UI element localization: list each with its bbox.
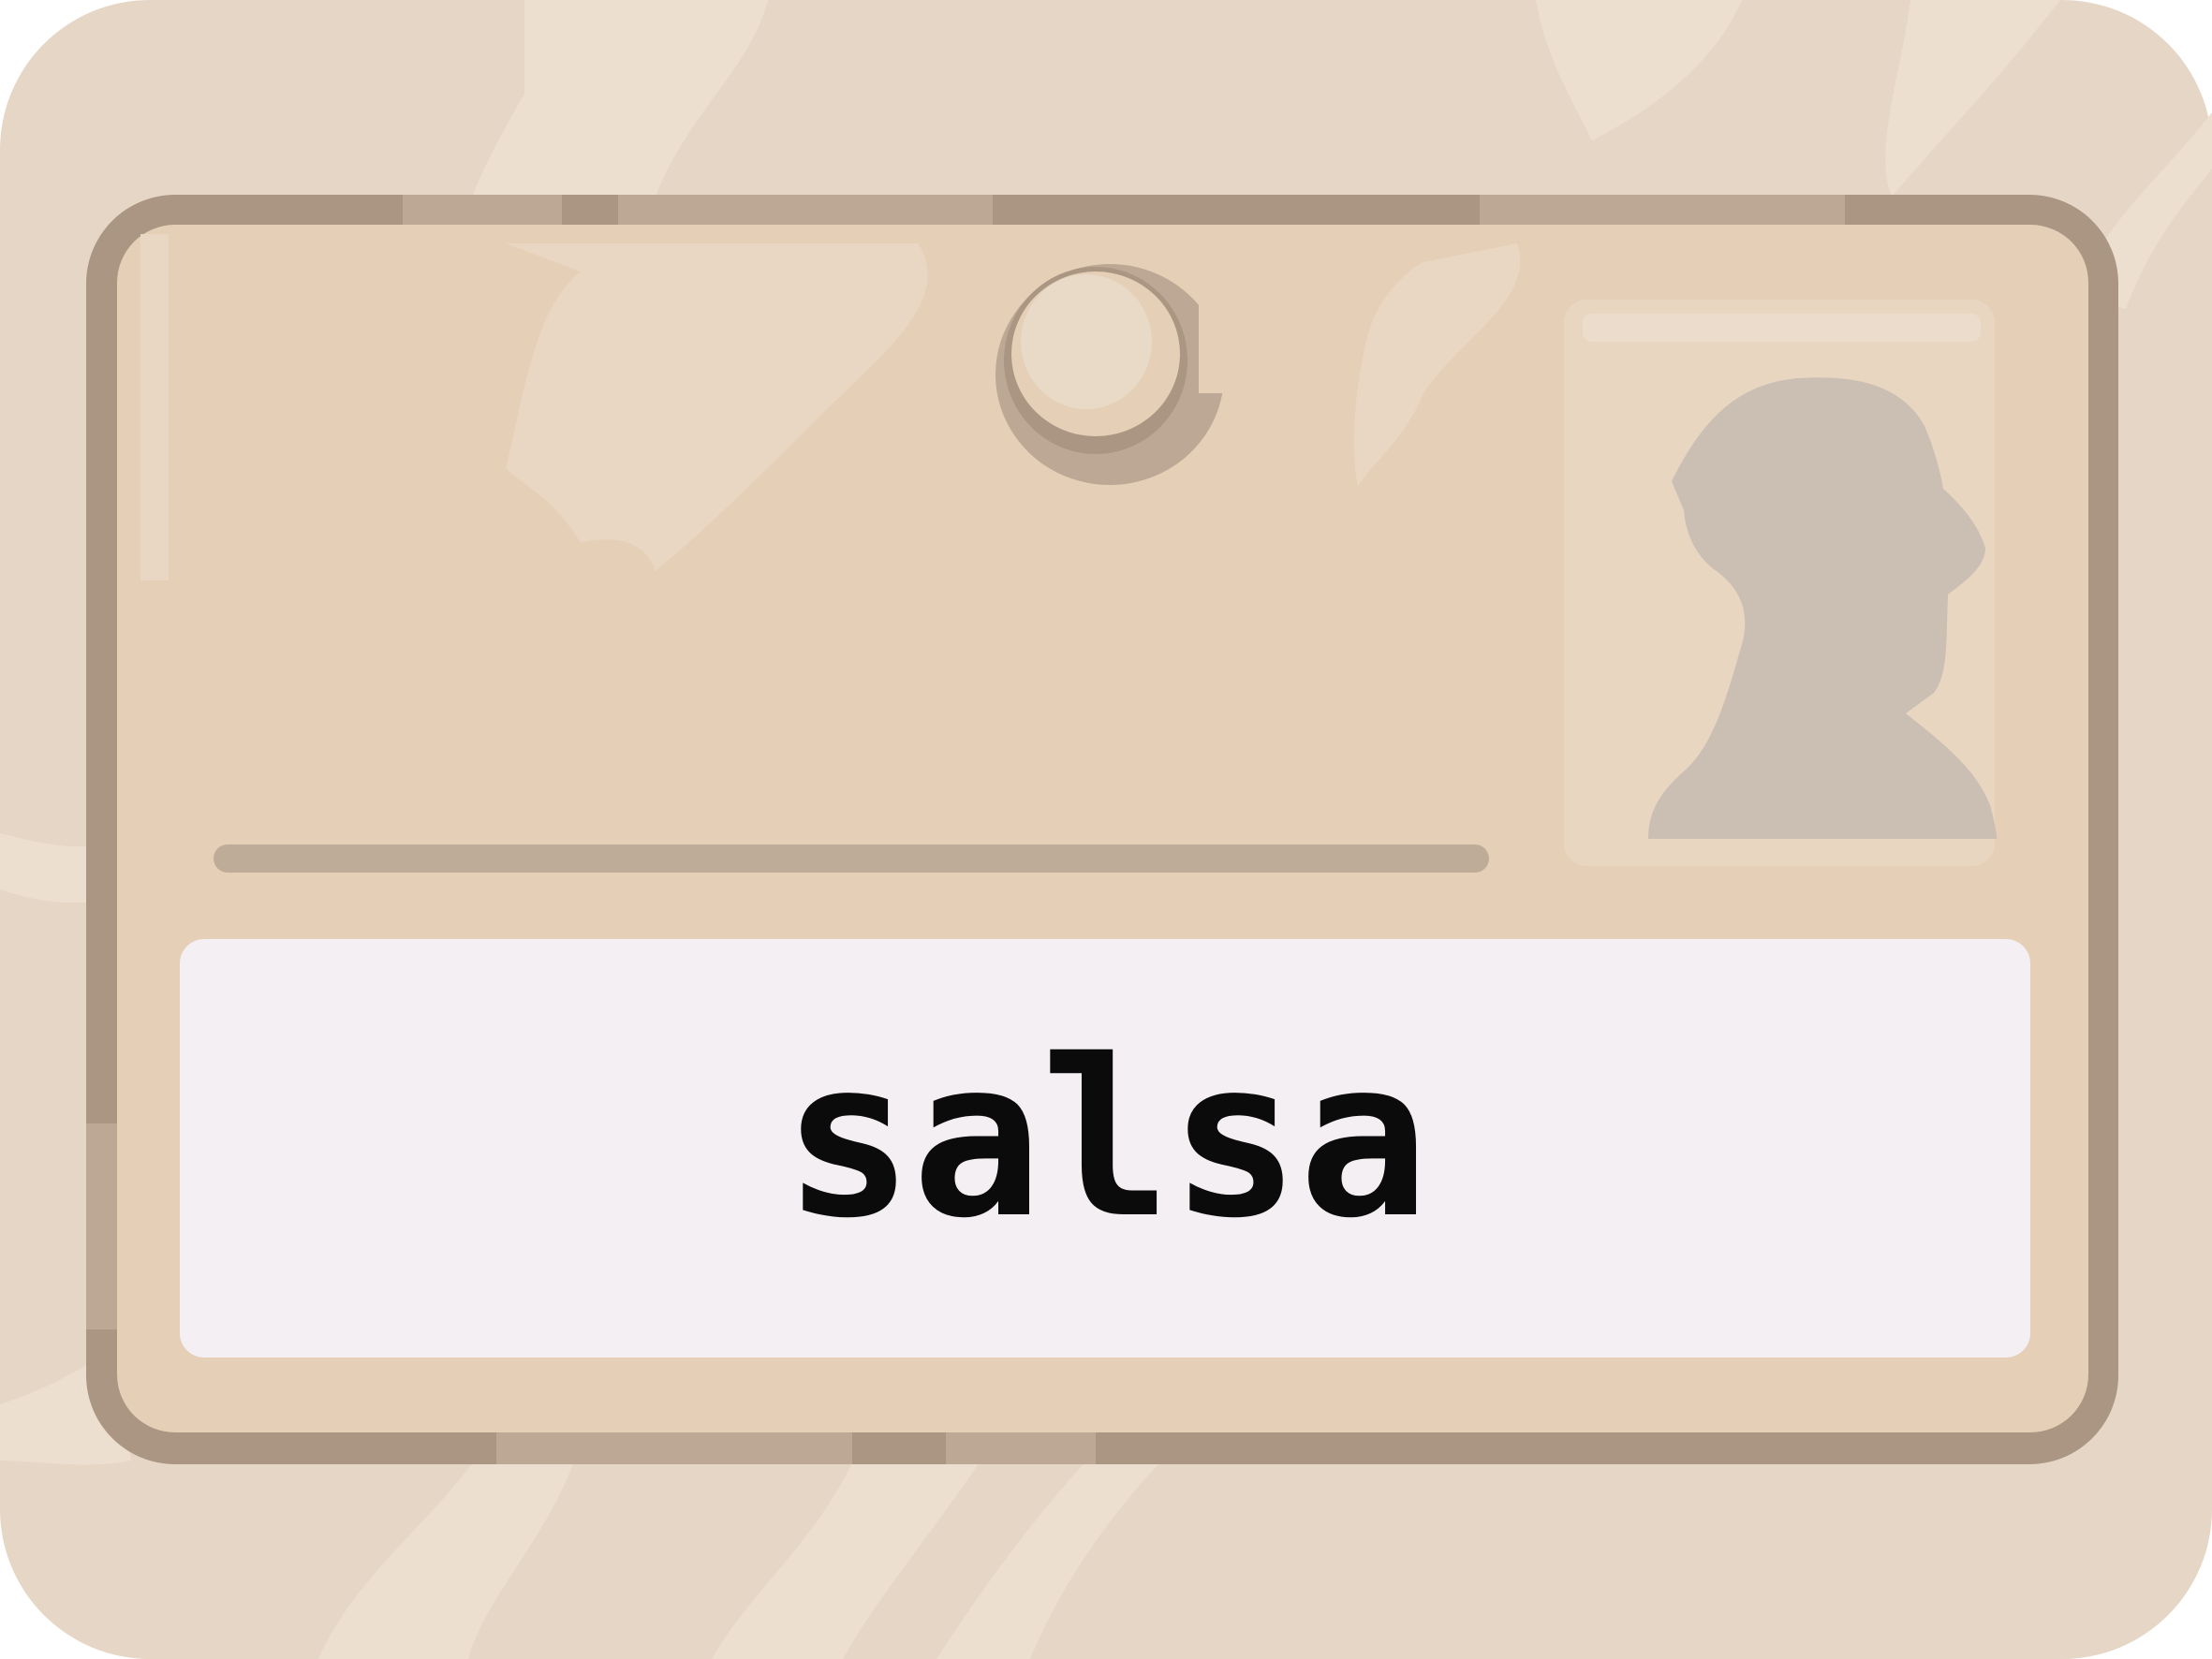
card-illustration <box>0 0 2212 1659</box>
name-line <box>214 844 1489 873</box>
word-card-scene: salsa <box>0 0 2212 1659</box>
card-word: salsa <box>782 1012 1429 1266</box>
